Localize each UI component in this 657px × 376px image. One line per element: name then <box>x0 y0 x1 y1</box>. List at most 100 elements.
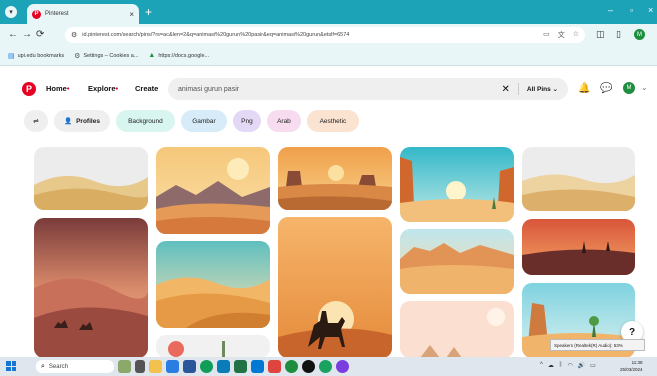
back-icon[interactable]: ← <box>8 29 18 40</box>
bookmark-label: upi.edu bookmarks <box>17 52 65 59</box>
tray-chevron-icon[interactable]: ^ <box>540 362 543 369</box>
pin-image[interactable] <box>400 301 514 358</box>
spotify-icon[interactable] <box>285 360 298 373</box>
chip-label: Profiles <box>76 117 100 125</box>
taskbar-clock[interactable]: 11:38 25/03/2024 <box>620 359 643 373</box>
browser-profile-avatar[interactable]: M <box>634 29 645 40</box>
filter-chip-background[interactable]: Background <box>115 110 175 132</box>
pin-image[interactable] <box>34 218 148 358</box>
pinterest-search-bar[interactable]: animasi gurun pasir ✕ All Pins ⌄ <box>168 78 568 100</box>
filter-chips: ⇌ 👤 Profiles Background Gambar Png Arab A… <box>24 110 359 132</box>
edge-icon[interactable] <box>217 360 230 373</box>
filter-chip-png[interactable]: Png <box>232 110 261 132</box>
new-tab-icon[interactable]: + <box>145 5 152 19</box>
desert-dunes-illustration <box>34 147 148 210</box>
bookmark-item[interactable]: ▤ upi.edu bookmarks <box>8 52 64 60</box>
pinterest-header: P Home• Explore• Create animasi gurun pa… <box>0 72 657 106</box>
bookmark-item[interactable]: ▲ https://docs.google... <box>148 52 209 59</box>
transparent-png-cactus-illustration <box>156 335 270 358</box>
side-panel-icon[interactable]: ▯ <box>616 29 621 40</box>
chrome-profile-icon[interactable] <box>336 360 349 373</box>
battery-icon[interactable]: ▭ <box>590 362 596 369</box>
close-tab-icon[interactable]: × <box>129 10 134 19</box>
desert-mountains-sunset-illustration <box>156 147 270 234</box>
mail-icon[interactable] <box>166 360 179 373</box>
forward-icon[interactable]: → <box>22 29 32 40</box>
tab-search-menu-icon[interactable]: ▾ <box>5 6 17 18</box>
tab-title: Pinterest <box>45 11 69 17</box>
maximize-icon[interactable]: ▫ <box>630 5 633 15</box>
bookmark-label: Settings – Cookies a... <box>83 52 139 59</box>
screen: ▾ P Pinterest × + – ▫ × ← → ⟳ ⚙ id.pinte… <box>0 0 657 376</box>
nav-explore[interactable]: Explore• <box>88 84 118 93</box>
tiktok-icon[interactable] <box>302 360 315 373</box>
file-explorer-icon[interactable] <box>149 360 162 373</box>
search-scope-dropdown[interactable]: All Pins ⌄ <box>527 85 558 93</box>
whatsapp-icon[interactable] <box>319 360 332 373</box>
youtube-music-icon[interactable] <box>268 360 281 373</box>
translate-icon[interactable]: 文 <box>558 30 565 40</box>
volume-icon[interactable]: 🔊 <box>578 362 585 369</box>
store-icon[interactable] <box>251 360 264 373</box>
messages-icon[interactable]: 💬 <box>600 83 612 94</box>
pin-image[interactable] <box>522 147 635 211</box>
search-query-text[interactable]: animasi gurun pasir <box>178 86 502 93</box>
pin-image[interactable] <box>156 335 270 358</box>
pin-image[interactable] <box>34 147 148 210</box>
word-icon[interactable] <box>183 360 196 373</box>
widgets-icon[interactable] <box>118 360 131 373</box>
chrome-icon[interactable] <box>200 360 213 373</box>
pin-image[interactable] <box>156 147 270 234</box>
clock-date: 25/03/2024 <box>620 367 643 372</box>
reload-icon[interactable]: ⟳ <box>36 29 44 40</box>
pin-image[interactable] <box>400 229 514 294</box>
desert-cactus-sunset-illustration <box>522 219 635 275</box>
filter-chip-gambar[interactable]: Gambar <box>180 110 227 132</box>
address-bar[interactable]: ⚙ id.pinterest.com/search/pins/?rs=ac&le… <box>65 27 585 43</box>
clear-search-icon[interactable]: ✕ <box>502 84 510 95</box>
filter-chip-arab[interactable]: Arab <box>266 110 301 132</box>
search-icon: ⌕ <box>41 362 45 370</box>
taskbar-search-label: Search <box>48 363 68 370</box>
nav-home[interactable]: Home• <box>46 84 69 93</box>
close-window-icon[interactable]: × <box>648 5 653 15</box>
account-chevron-icon[interactable]: ⌄ <box>641 83 648 92</box>
cloud-icon[interactable]: ☁ <box>548 362 554 369</box>
minimize-icon[interactable]: – <box>608 5 613 15</box>
filter-settings-icon[interactable]: ⇌ <box>24 110 48 132</box>
bookmark-item[interactable]: ⚙ Settings – Cookies a... <box>74 52 138 60</box>
taskbar-search-box[interactable]: ⌕ Search <box>36 360 114 373</box>
site-info-icon[interactable]: ⚙ <box>71 31 77 39</box>
task-view-icon[interactable] <box>135 360 145 373</box>
extensions-icon[interactable]: ◫ <box>596 29 605 40</box>
taskbar-apps <box>118 360 349 373</box>
scope-label: All Pins <box>526 86 551 93</box>
notifications-bell-icon[interactable]: 🔔 <box>578 83 590 94</box>
cast-icon[interactable]: ▭ <box>543 30 550 40</box>
pinterest-logo-icon[interactable]: P <box>22 82 36 96</box>
wifi-icon[interactable]: ◠ <box>567 362 572 369</box>
excel-icon[interactable] <box>234 360 247 373</box>
pin-image[interactable] <box>278 217 392 358</box>
windows-taskbar: ⌕ Search ^ ☁ ᛒ ◠ 🔊 ▭ 11:38 25/03/2024 <box>0 357 657 376</box>
settings-icon: ⚙ <box>74 52 81 60</box>
bookmark-star-icon[interactable]: ☆ <box>573 30 579 40</box>
bookmarks-bar: ▤ upi.edu bookmarks ⚙ Settings – Cookies a… <box>0 46 657 66</box>
desert-camels-sunset-illustration <box>34 218 148 358</box>
nav-create[interactable]: Create <box>135 84 158 93</box>
pin-image[interactable] <box>522 219 635 275</box>
bluetooth-icon[interactable]: ᛒ <box>559 362 563 369</box>
person-icon: 👤 <box>64 118 73 125</box>
browser-tab-pinterest[interactable]: P Pinterest × <box>27 4 139 24</box>
browser-tab-bar: ▾ P Pinterest × + – ▫ × <box>0 0 657 24</box>
pin-image[interactable] <box>400 147 514 222</box>
desert-rock-formation-illustration <box>400 147 514 222</box>
url-text: id.pinterest.com/search/pins/?rs=ac&len=… <box>82 32 350 38</box>
pin-image[interactable] <box>156 241 270 328</box>
filter-chip-aesthetic[interactable]: Aesthetic <box>306 110 359 132</box>
notification-dot: • <box>115 84 119 93</box>
windows-start-icon[interactable] <box>6 361 16 371</box>
pin-image[interactable] <box>278 147 392 210</box>
pinterest-avatar[interactable]: M <box>623 82 635 94</box>
filter-chip-profiles[interactable]: 👤 Profiles <box>54 110 110 132</box>
